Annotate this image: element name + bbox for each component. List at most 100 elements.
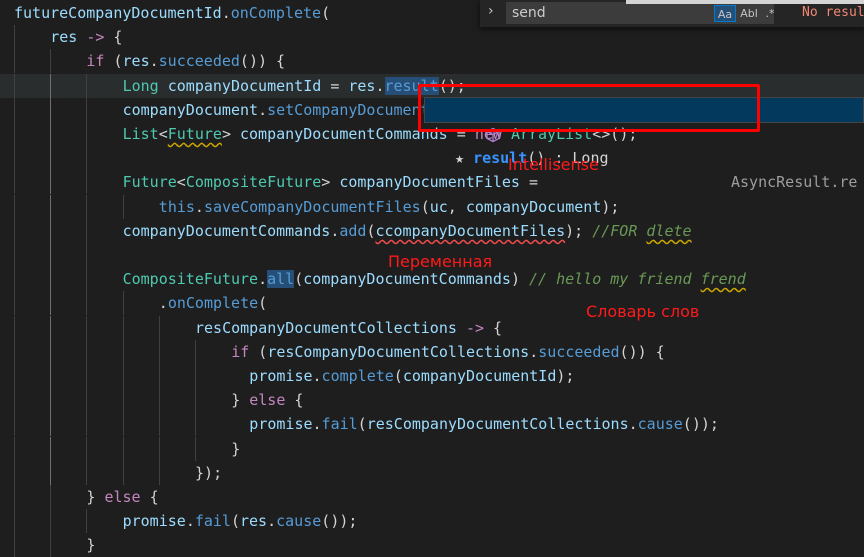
indent-guide [14, 291, 15, 316]
code-line[interactable]: promise.complete(companyDocumentId); [0, 364, 864, 388]
indent-guide [50, 73, 52, 98]
indent-guide [14, 218, 15, 243]
indent-guide [14, 49, 15, 74]
indent-guide [14, 364, 15, 388]
code-text: if (res.succeeded()) { [86, 52, 286, 71]
indent-guide [122, 388, 124, 413]
indent-guide [50, 509, 52, 534]
regex-toggle[interactable]: .* [762, 5, 778, 22]
code-text: } [86, 536, 96, 555]
indent-guide [86, 146, 88, 171]
indent-guide [50, 291, 52, 316]
indent-guide [86, 339, 88, 364]
indent-guide [50, 460, 52, 485]
indent-guide [50, 267, 52, 292]
indent-guide [195, 412, 196, 437]
indent-guide [122, 291, 124, 316]
indent-guide [50, 315, 52, 340]
annotation-variable: Переменная [388, 252, 493, 271]
code-text: companyDocument.setCompanyDocumentI [122, 100, 439, 119]
code-line[interactable]: } [0, 436, 864, 461]
indent-guide [14, 460, 15, 485]
indent-guide [86, 291, 88, 316]
chevron-right-icon[interactable]: › [488, 3, 494, 19]
indent-guide [14, 97, 15, 122]
annotation-box [418, 84, 760, 132]
code-line[interactable]: resCompanyDocumentCollections -> { [0, 315, 864, 340]
indent-guide [50, 218, 52, 243]
code-line[interactable]: }); [0, 460, 864, 485]
indent-guide [158, 412, 160, 437]
indent-guide [86, 267, 88, 292]
indent-guide [14, 146, 15, 171]
indent-guide [158, 364, 160, 388]
code-text: res -> { [50, 28, 123, 47]
code-text: futureCompanyDocumentId.onComplete( [14, 4, 331, 22]
code-text: resCompanyDocumentCollections -> { [195, 318, 503, 337]
indent-guide [86, 509, 88, 534]
panel-edge [626, 0, 864, 4]
indent-guide [50, 146, 52, 171]
code-line[interactable]: companyDocumentCommands.add(ccompanyDocu… [0, 218, 864, 243]
indent-guide [14, 509, 15, 534]
indent-guide [14, 194, 15, 219]
indent-guide [86, 364, 88, 388]
indent-guide [14, 170, 15, 195]
indent-guide [122, 412, 124, 437]
indent-guide [122, 436, 124, 461]
indent-guide [50, 364, 52, 388]
code-line[interactable]: } [0, 533, 864, 557]
indent-guide [195, 388, 196, 413]
code-text: .onComplete( [158, 294, 268, 313]
code-text: this.saveCompanyDocumentFiles(uc, compan… [158, 197, 620, 216]
indent-guide [14, 73, 15, 98]
code-text: promise.complete(companyDocumentId); [249, 367, 575, 385]
code-text: Long companyDocumentId = res.result(); [122, 76, 466, 95]
indent-guide [122, 194, 124, 219]
indent-guide [86, 412, 88, 437]
find-result-count: No results [802, 5, 864, 20]
indent-guide [50, 533, 52, 557]
match-case-toggle[interactable]: Aa [714, 5, 736, 22]
indent-guide [122, 460, 124, 485]
code-line[interactable]: res -> { [0, 25, 864, 50]
indent-guide [14, 243, 15, 267]
whole-word-toggle[interactable]: Abl [738, 5, 760, 22]
indent-guide [86, 218, 88, 243]
indent-guide [50, 412, 52, 437]
indent-guide [158, 388, 160, 413]
code-line[interactable]: promise.fail(res.cause()); [0, 509, 864, 534]
indent-guide [86, 194, 88, 219]
star-icon: ★ [455, 149, 465, 167]
indent-guide [195, 339, 196, 364]
indent-guide [195, 364, 196, 388]
indent-guide [158, 339, 160, 364]
indent-guide [14, 339, 15, 364]
indent-guide [50, 194, 52, 219]
indent-guide [158, 315, 160, 340]
indent-guide [195, 436, 196, 461]
indent-guide [14, 412, 15, 437]
code-line[interactable]: } else { [0, 485, 864, 509]
indent-guide [122, 339, 124, 364]
code-text: }); [195, 463, 223, 482]
code-text: } else { [231, 391, 304, 410]
indent-guide [86, 315, 88, 340]
indent-guide [86, 243, 88, 267]
indent-guide [50, 388, 52, 413]
code-line[interactable]: promise.fail(resCompanyDocumentCollectio… [0, 412, 864, 437]
indent-guide [14, 25, 15, 50]
code-text: promise.fail(resCompanyDocumentCollectio… [249, 415, 719, 434]
indent-guide [14, 485, 15, 509]
indent-guide [86, 170, 88, 195]
code-line[interactable]: if (res.succeeded()) { [0, 49, 864, 74]
code-line[interactable]: if (resCompanyDocumentCollections.succee… [0, 339, 864, 364]
code-line[interactable]: .onComplete( [0, 291, 864, 316]
indent-guide [50, 243, 52, 267]
indent-guide [50, 97, 52, 122]
annotation-intellisense: Intellisense [508, 155, 599, 174]
indent-guide [14, 388, 15, 413]
indent-guide [158, 436, 160, 461]
code-line[interactable]: } else { [0, 388, 864, 413]
indent-guide [86, 388, 88, 413]
